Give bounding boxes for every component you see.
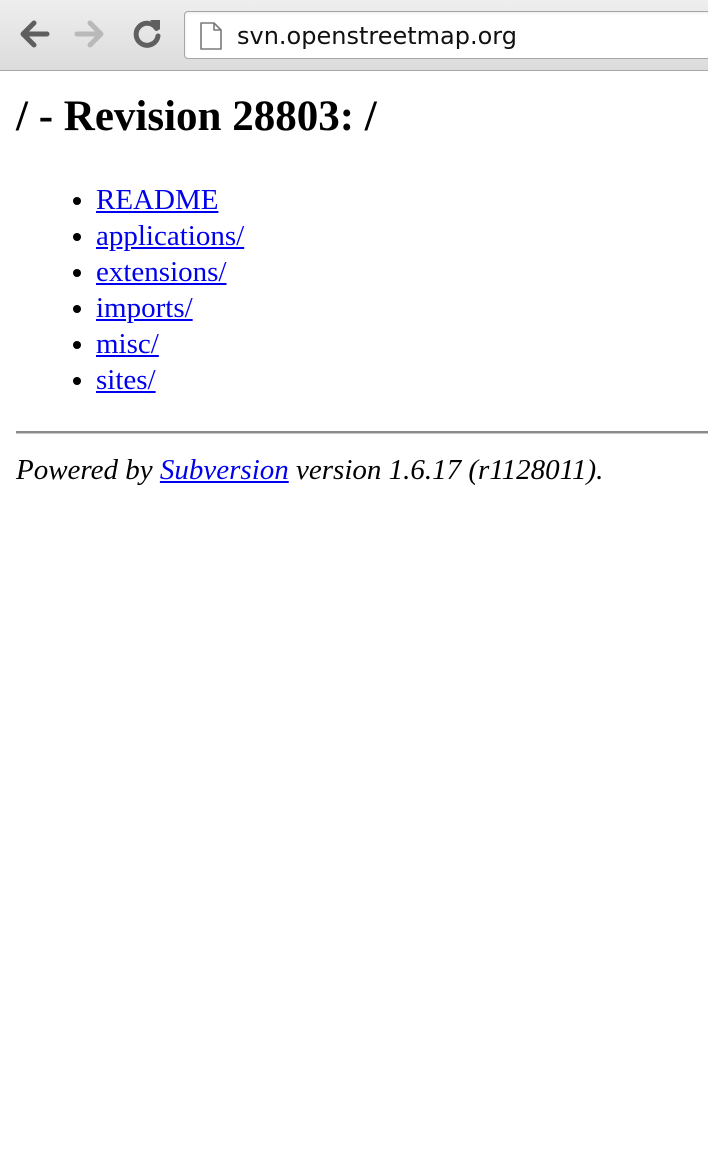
entry-link-imports[interactable]: imports/	[96, 292, 193, 324]
footer-divider	[16, 431, 708, 434]
arrow-left-icon	[20, 20, 50, 48]
reload-icon	[133, 20, 161, 48]
list-item: misc/	[96, 326, 244, 362]
footer: Powered by Subversion version 1.6.17 (r1…	[16, 452, 603, 488]
arrow-right-icon	[74, 20, 104, 48]
address-bar[interactable]: svn.openstreetmap.org	[184, 11, 708, 59]
list-item: extensions/	[96, 254, 244, 290]
reload-button[interactable]	[127, 14, 167, 54]
list-item: imports/	[96, 290, 244, 326]
footer-suffix: version 1.6.17 (r1128011).	[288, 454, 604, 486]
entry-link-sites[interactable]: sites/	[96, 364, 156, 396]
list-item: sites/	[96, 362, 244, 398]
directory-list: README applications/ extensions/ imports…	[16, 182, 244, 398]
entry-link-extensions[interactable]: extensions/	[96, 256, 227, 288]
entry-link-misc[interactable]: misc/	[96, 328, 159, 360]
address-bar-url: svn.openstreetmap.org	[237, 22, 517, 50]
page-title: / - Revision 28803: /	[16, 93, 377, 140]
document-icon	[200, 22, 222, 50]
forward-button[interactable]	[70, 14, 110, 54]
list-item: applications/	[96, 218, 244, 254]
entry-link-readme[interactable]: README	[96, 184, 218, 216]
browser-toolbar: svn.openstreetmap.org	[0, 0, 708, 71]
back-button[interactable]	[14, 14, 54, 54]
footer-prefix: Powered by	[16, 454, 160, 486]
list-item: README	[96, 182, 244, 218]
entry-link-applications[interactable]: applications/	[96, 220, 244, 252]
subversion-link[interactable]: Subversion	[160, 454, 289, 486]
